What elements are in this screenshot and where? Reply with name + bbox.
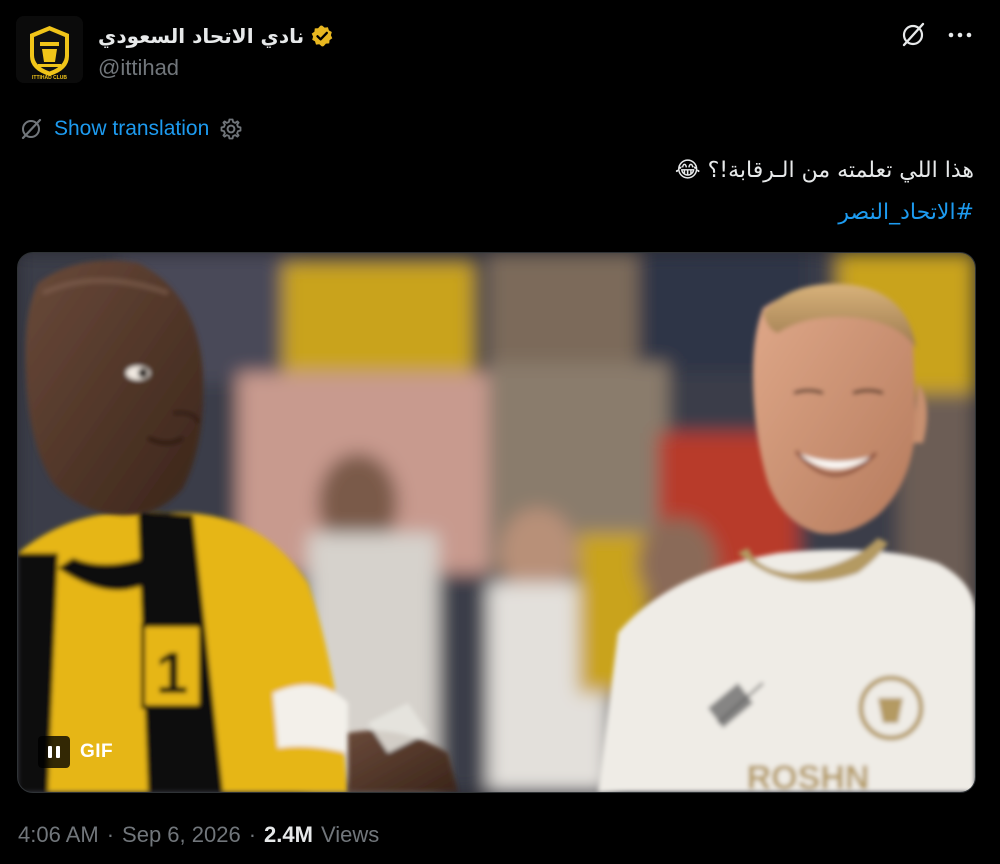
translation-row: Show translation: [18, 114, 243, 144]
tweet-meta: 4:06 AM · Sep 6, 2026 · 2.4M Views: [18, 822, 379, 848]
tweet-body: هذا اللي تعلمته من الـرقابة!؟ 😂: [674, 158, 974, 183]
tweet-card: ITTIHAD CLUB نادي الاتحاد السعودي @ittih…: [0, 0, 1000, 864]
verified-badge-icon[interactable]: [310, 24, 334, 48]
views-label: Views: [320, 822, 380, 847]
views-count: 2.4M: [264, 822, 313, 847]
more-dots-icon: [948, 32, 972, 38]
grok-translate-icon: [21, 118, 42, 140]
pause-button[interactable]: [38, 736, 70, 768]
pause-icon: [48, 746, 52, 758]
meta-separator: ·: [106, 822, 115, 847]
kit-number-text: 1: [156, 641, 188, 706]
gif-media[interactable]: 1 ROSHN: [17, 252, 976, 793]
author-handle[interactable]: @ittihad: [98, 55, 179, 81]
author-name-row[interactable]: نادي الاتحاد السعودي: [98, 20, 334, 52]
show-translation-link[interactable]: Show translation: [54, 117, 209, 141]
meta-separator: ·: [248, 822, 257, 847]
ittihad-logo-icon: ITTIHAD CLUB: [16, 16, 83, 83]
grok-slash-icon: [902, 22, 925, 47]
author-display-name[interactable]: نادي الاتحاد السعودي: [98, 24, 304, 48]
gif-badge: GIF: [80, 741, 114, 762]
gear-icon[interactable]: [219, 117, 243, 141]
shirt-sponsor-text: ROSHN: [747, 759, 870, 792]
gif-frame-image: 1 ROSHN: [18, 253, 975, 792]
tweet-text: هذا اللي تعلمته من الـرقابة!؟ 😂 #الاتحاد…: [74, 150, 974, 234]
gif-controls: GIF: [38, 736, 113, 768]
grok-button[interactable]: [896, 18, 930, 52]
more-options-button[interactable]: [942, 18, 978, 52]
avatar-badge-text: ITTIHAD CLUB: [32, 75, 67, 81]
tweet-date[interactable]: Sep 6, 2026: [122, 822, 241, 848]
hashtag-link[interactable]: #الاتحاد_النصر: [74, 192, 974, 234]
author-avatar[interactable]: ITTIHAD CLUB: [16, 16, 83, 83]
tweet-time[interactable]: 4:06 AM: [18, 822, 99, 848]
